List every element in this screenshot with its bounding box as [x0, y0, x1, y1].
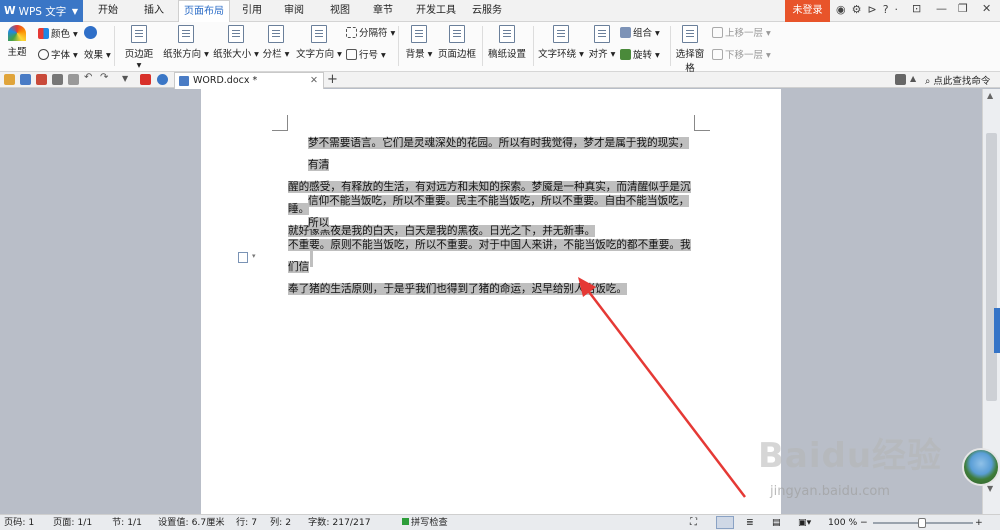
status-page: 页面: 1/1 [53, 517, 93, 528]
outline-view-icon[interactable]: ≣ [746, 515, 754, 530]
reading-mode-icon[interactable]: ▣▾ [798, 515, 811, 530]
page-view-icon[interactable] [716, 516, 734, 529]
status-bar: 页码: 1 页面: 1/1 节: 1/1 设置值: 6.7厘米 行: 7 列: … [0, 514, 1000, 530]
zoom-slider-knob[interactable] [918, 518, 926, 528]
baidu-watermark: Baidu经验 [758, 436, 943, 476]
fullscreen-icon[interactable]: ⛶ [690, 515, 697, 530]
zoom-in-icon[interactable]: + [975, 515, 983, 530]
avatar [962, 448, 1000, 486]
spell-check[interactable]: 拼写检查 [402, 515, 448, 530]
scroll-up-icon[interactable]: ▲ [987, 91, 993, 100]
spell-check-icon [402, 518, 409, 525]
zoom-level[interactable]: 100 % [828, 515, 857, 530]
status-col: 列: 2 [270, 517, 292, 528]
status-words[interactable]: 字数: 217/217 [308, 515, 371, 530]
side-panel-tab[interactable] [994, 308, 1000, 353]
status-page-code[interactable]: 页码: 1 [4, 515, 34, 530]
watermark-url: jingyan.baidu.com [770, 484, 890, 499]
next-page-icon[interactable]: ▼ [987, 484, 993, 493]
status-section: 节: 1/1 [112, 517, 142, 528]
web-view-icon[interactable]: ▤ [772, 515, 781, 530]
scroll-thumb[interactable] [986, 133, 997, 401]
zoom-out-icon[interactable]: − [860, 515, 868, 530]
status-row: 行: 7 [236, 517, 258, 528]
status-setting: 设置值: 6.7厘米 [158, 517, 225, 528]
